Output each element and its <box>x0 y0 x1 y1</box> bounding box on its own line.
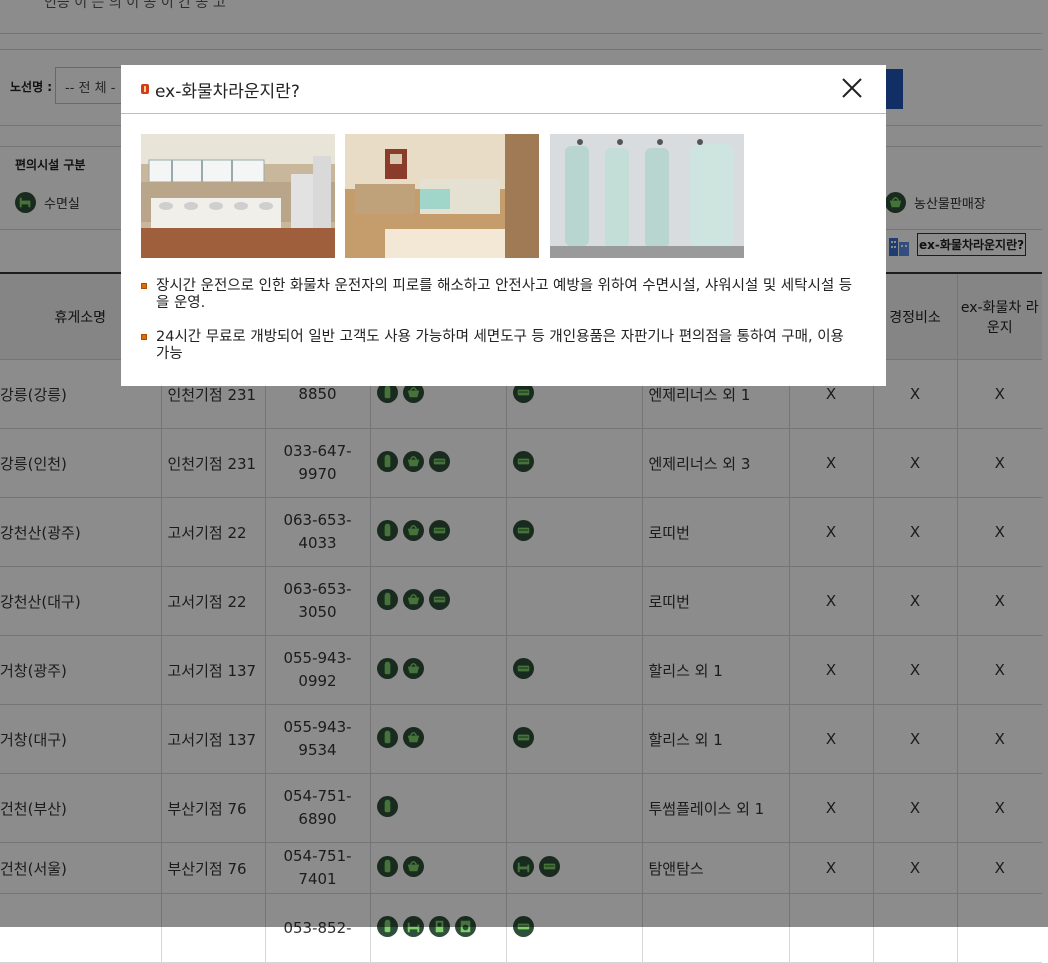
modal-paragraph-text: 24시간 무료로 개방되어 일반 고객도 사용 가능하며 세면도구 등 개인용품… <box>156 329 844 362</box>
modal-title: ex-화물차라운지란? <box>155 82 300 102</box>
modal-header: ex-화물차라운지란? <box>121 65 886 114</box>
shower-room-photo <box>550 134 744 258</box>
title-bullet-icon <box>141 84 149 94</box>
sleeping-room-photo <box>345 134 539 258</box>
close-icon[interactable] <box>841 77 863 99</box>
modal-paragraph: 24시간 무료로 개방되어 일반 고객도 사용 가능하며 세면도구 등 개인용품… <box>141 329 861 363</box>
lounge-info-modal: ex-화물차라운지란? 장시간 운전으로 인한 화물차 운전자의 피로를 해소하… <box>121 65 886 386</box>
laundry-room-photo <box>141 134 335 258</box>
modal-paragraph: 장시간 운전으로 인한 화물차 운전자의 피로를 해소하고 안전사고 예방을 위… <box>141 278 861 312</box>
modal-paragraph-text: 장시간 운전으로 인한 화물차 운전자의 피로를 해소하고 안전사고 예방을 위… <box>156 278 853 311</box>
page: 인증 이 는 의 이 공 이 간 공 고 노선명 : -- 전 체 - 편의시설… <box>0 0 1048 963</box>
bullet-icon <box>141 334 147 340</box>
bullet-icon <box>141 283 147 289</box>
